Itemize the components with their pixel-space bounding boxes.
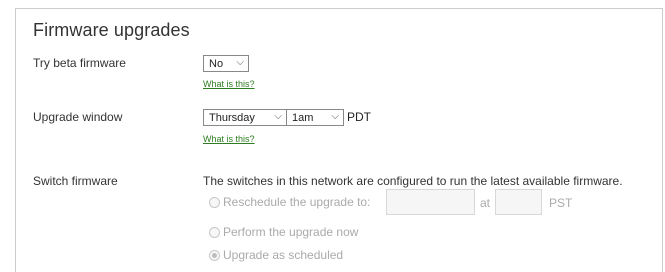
- upgrade-now-radio[interactable]: [209, 226, 220, 238]
- chevron-down-icon: ⌵: [274, 111, 282, 122]
- window-help-link[interactable]: What is this?: [203, 134, 255, 144]
- at-label: at: [480, 196, 491, 210]
- beta-firmware-select[interactable]: No ⌵: [203, 55, 249, 72]
- reschedule-time-input[interactable]: [495, 189, 542, 215]
- upgrade-timezone: PDT: [347, 110, 371, 124]
- upgrade-day-value: Thursday: [209, 112, 255, 124]
- reschedule-timezone: PST: [549, 196, 573, 210]
- beta-help-link[interactable]: What is this?: [203, 79, 255, 89]
- reschedule-label: Reschedule the upgrade to:: [223, 195, 371, 209]
- upgrade-time-select[interactable]: 1am ⌵: [286, 109, 344, 126]
- upgrade-now-label: Perform the upgrade now: [223, 225, 359, 239]
- upgrade-window-label: Upgrade window: [33, 110, 123, 124]
- reschedule-option[interactable]: Reschedule the upgrade to:: [209, 195, 370, 209]
- switch-firmware-note: The switches in this network are configu…: [203, 174, 623, 188]
- upgrade-time-value: 1am: [292, 112, 314, 124]
- reschedule-radio[interactable]: [209, 196, 220, 208]
- upgrade-now-option[interactable]: Perform the upgrade now: [209, 225, 358, 239]
- reschedule-date-input[interactable]: [386, 189, 475, 215]
- chevron-down-icon: ⌵: [331, 111, 339, 122]
- switch-firmware-label: Switch firmware: [33, 174, 118, 188]
- beta-firmware-label: Try beta firmware: [33, 56, 126, 70]
- upgrade-scheduled-radio[interactable]: [209, 249, 220, 261]
- left-margin: [0, 0, 15, 272]
- upgrade-day-select[interactable]: Thursday ⌵: [203, 109, 287, 126]
- panel-title: Firmware upgrades: [33, 20, 190, 40]
- upgrade-scheduled-label: Upgrade as scheduled: [223, 248, 344, 262]
- beta-firmware-value: No: [209, 58, 224, 70]
- firmware-upgrades-panel: Firmware upgrades Try beta firmware No ⌵…: [15, 8, 663, 272]
- chevron-down-icon: ⌵: [236, 57, 244, 68]
- upgrade-scheduled-option[interactable]: Upgrade as scheduled: [209, 248, 343, 262]
